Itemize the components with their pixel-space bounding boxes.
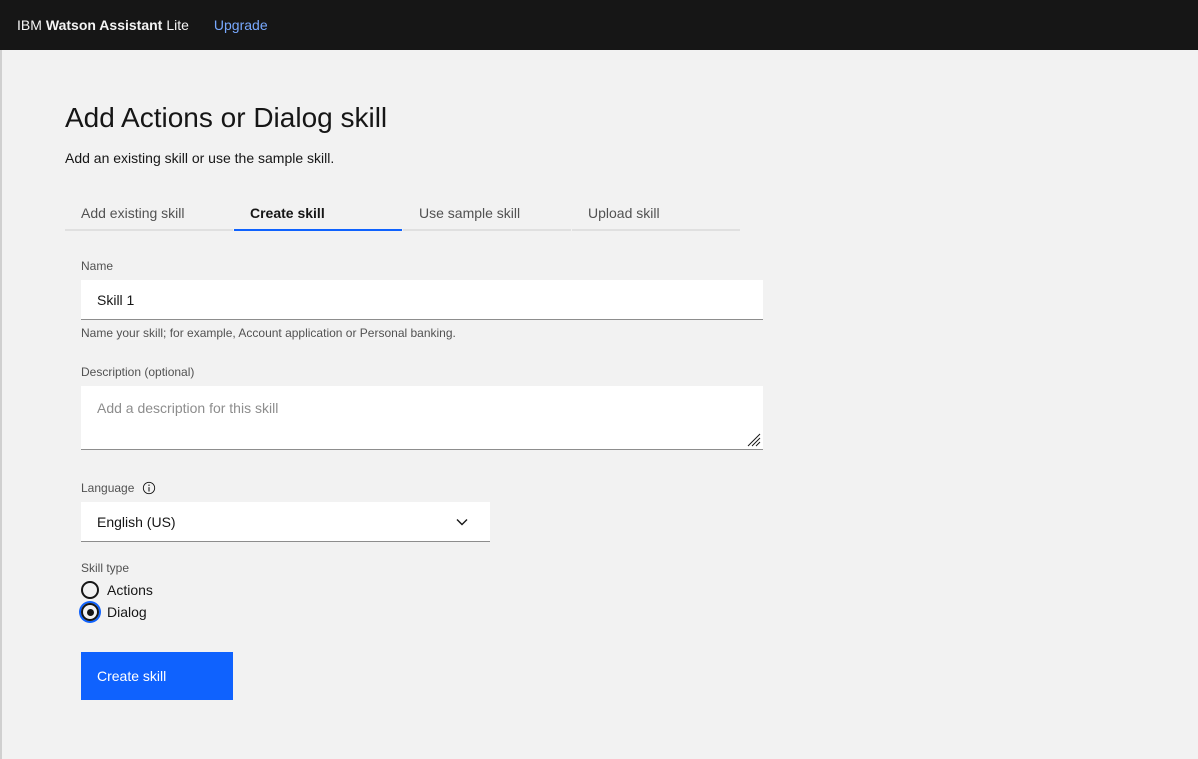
left-edge-divider [0, 50, 2, 759]
description-label: Description (optional) [81, 365, 195, 379]
create-skill-form: Name Skill 1 Name your skill; for exampl… [81, 258, 763, 621]
name-input[interactable]: Skill 1 [81, 280, 763, 320]
chevron-down-icon [456, 519, 468, 526]
radio-option-actions[interactable]: Actions [81, 581, 763, 599]
name-label: Name [81, 259, 114, 273]
tab-use-sample-skill[interactable]: Use sample skill [403, 195, 571, 231]
brand-product: Watson Assistant [45, 17, 163, 33]
language-selected-value: English (US) [97, 514, 176, 530]
language-select[interactable]: English (US) [81, 502, 490, 542]
name-helper-text: Name your skill; for example, Account ap… [81, 326, 456, 340]
skill-type-label: Skill type [81, 561, 130, 575]
radio-actions[interactable] [81, 581, 99, 599]
radio-dialog[interactable] [81, 603, 99, 621]
page-subtitle: Add an existing skill or use the sample … [65, 150, 335, 166]
tab-add-existing-skill[interactable]: Add existing skill [65, 195, 233, 231]
description-placeholder: Add a description for this skill [97, 400, 279, 416]
tab-upload-skill[interactable]: Upload skill [572, 195, 740, 231]
upgrade-link[interactable]: Upgrade [214, 17, 268, 33]
language-label-row: Language [81, 480, 763, 496]
skill-tabs: Add existing skill Create skill Use samp… [65, 195, 741, 231]
brand-prefix: IBM [17, 17, 42, 33]
info-icon[interactable] [142, 481, 156, 495]
page-header: Add Actions or Dialog skill Add an exist… [65, 98, 387, 166]
resize-handle-icon[interactable] [745, 431, 761, 447]
radio-actions-label: Actions [107, 582, 153, 598]
description-textarea[interactable]: Add a description for this skill [81, 386, 763, 450]
create-skill-button[interactable]: Create skill [81, 652, 233, 700]
brand-name[interactable]: IBM Watson Assistant Lite [17, 17, 189, 33]
brand-suffix: Lite [166, 17, 189, 33]
top-bar: IBM Watson Assistant Lite Upgrade [0, 0, 1198, 50]
radio-dialog-label: Dialog [107, 604, 147, 620]
language-label: Language [81, 481, 135, 495]
tab-create-skill[interactable]: Create skill [234, 195, 402, 231]
radio-option-dialog[interactable]: Dialog [81, 603, 763, 621]
page-title: Add Actions or Dialog skill [65, 102, 388, 133]
